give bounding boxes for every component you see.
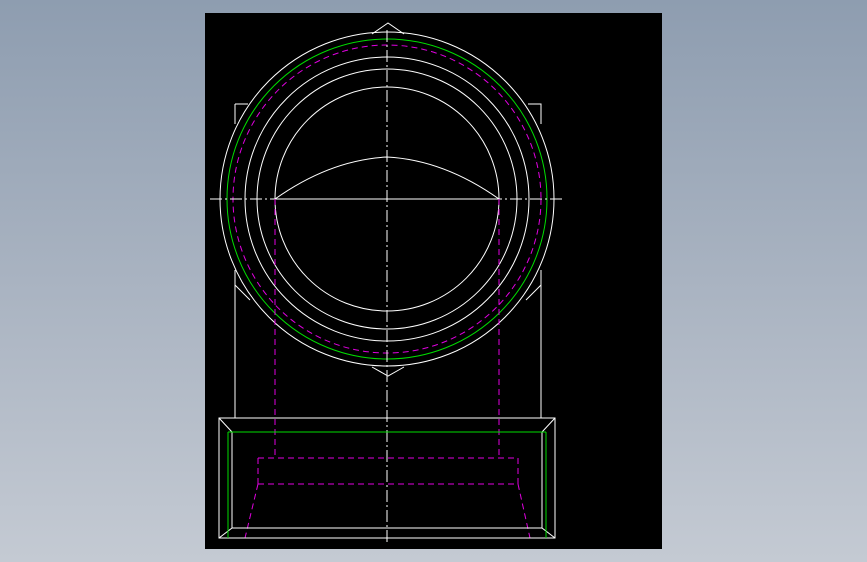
cad-drawing (210, 22, 565, 545)
cad-drawing-viewport[interactable] (205, 13, 662, 549)
base-right-chamfer-bottom (541, 527, 556, 539)
base-left-chamfer-top (218, 417, 233, 433)
hidden-right-taper (517, 483, 531, 539)
base-left-chamfer-bottom (218, 527, 233, 539)
hex-left-lower-diag (234, 284, 251, 301)
hex-bottom-peak (371, 366, 405, 377)
base-right-chamfer-top (541, 417, 556, 433)
hidden-left-taper (244, 483, 259, 539)
